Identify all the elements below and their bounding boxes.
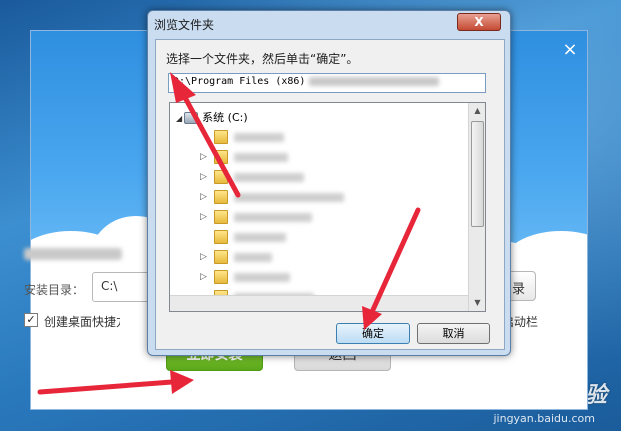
cancel-button[interactable]: 取消 (417, 323, 490, 344)
folder-path-redacted (309, 76, 440, 86)
browse-folder-dialog: 浏览文件夹 X 选择一个文件夹，然后单击“确定”。 D:\Program Fil… (147, 10, 511, 356)
tree-collapse-arrow-icon[interactable]: ◢ (176, 114, 182, 123)
tree-folder-item[interactable] (200, 229, 460, 247)
dialog-content: 选择一个文件夹，然后单击“确定”。 D:\Program Files (x86)… (155, 39, 505, 350)
folder-label-redacted (234, 213, 312, 222)
tree-vertical-scrollbar[interactable]: ▲ ▼ (468, 103, 485, 311)
folder-tree[interactable]: ◢ 系统 (C:) ▷ ▷ ▷ ▷ ▷ ▷ ▲ ▼ (169, 102, 486, 312)
folder-label-redacted (234, 273, 290, 282)
tree-folder-item[interactable]: ▷ (200, 169, 460, 187)
tree-expand-arrow-icon[interactable]: ▷ (200, 212, 207, 222)
folder-icon (214, 170, 228, 184)
folder-icon (214, 130, 228, 144)
folder-label-redacted (234, 233, 286, 242)
tree-folder-item[interactable]: ▷ (200, 249, 460, 267)
tree-folder-item[interactable]: ▷ (200, 149, 460, 167)
folder-path-text: D:\Program Files (x86) (173, 76, 306, 87)
tree-expand-arrow-icon[interactable]: ▷ (200, 152, 207, 162)
dialog-title: 浏览文件夹 (154, 18, 215, 32)
desktop-shortcut-checkbox[interactable]: ✓ (24, 313, 38, 327)
desktop-shortcut-label: 创建桌面快捷方式 (44, 315, 120, 329)
installer-subtitle-redacted (24, 248, 122, 260)
folder-icon (214, 190, 228, 204)
tree-root-label: 系统 (C:) (202, 111, 248, 124)
folder-label-redacted (234, 253, 272, 262)
tree-horizontal-scrollbar[interactable] (170, 295, 468, 311)
tree-expand-arrow-icon[interactable]: ▷ (200, 272, 207, 282)
tree-item-system-drive[interactable]: ◢ 系统 (C:) (176, 109, 248, 127)
scroll-thumb[interactable] (471, 121, 484, 227)
watermark-site: jingyan.baidu.com (493, 412, 595, 425)
scroll-down-arrow-icon[interactable]: ▼ (469, 295, 485, 311)
drive-icon (184, 112, 199, 124)
tree-expand-arrow-icon[interactable]: ▷ (200, 192, 207, 202)
scroll-up-arrow-icon[interactable]: ▲ (469, 103, 485, 119)
folder-icon (214, 230, 228, 244)
folder-label-redacted (234, 173, 304, 182)
folder-label-redacted (234, 193, 344, 202)
dialog-prompt: 选择一个文件夹，然后单击“确定”。 (166, 52, 359, 66)
installer-close-icon[interactable]: × (561, 41, 579, 59)
tree-expand-arrow-icon[interactable]: ▷ (200, 252, 207, 262)
dialog-close-button[interactable]: X (457, 13, 501, 31)
ok-button[interactable]: 确定 (336, 323, 410, 344)
tree-folder-item[interactable]: ▷ (200, 269, 460, 287)
folder-path-input[interactable]: D:\Program Files (x86) (168, 73, 486, 93)
tree-folder-item[interactable]: ▷ (200, 209, 460, 227)
folder-label-redacted (234, 153, 288, 162)
tree-expand-arrow-icon[interactable]: ▷ (200, 172, 207, 182)
folder-icon (214, 270, 228, 284)
install-dir-label: 安装目录： (24, 283, 85, 297)
folder-icon (214, 250, 228, 264)
folder-icon (214, 210, 228, 224)
folder-label-redacted (234, 133, 284, 142)
folder-icon (214, 150, 228, 164)
tree-folder-item[interactable]: ▷ (200, 189, 460, 207)
tree-folder-item[interactable] (200, 129, 460, 147)
